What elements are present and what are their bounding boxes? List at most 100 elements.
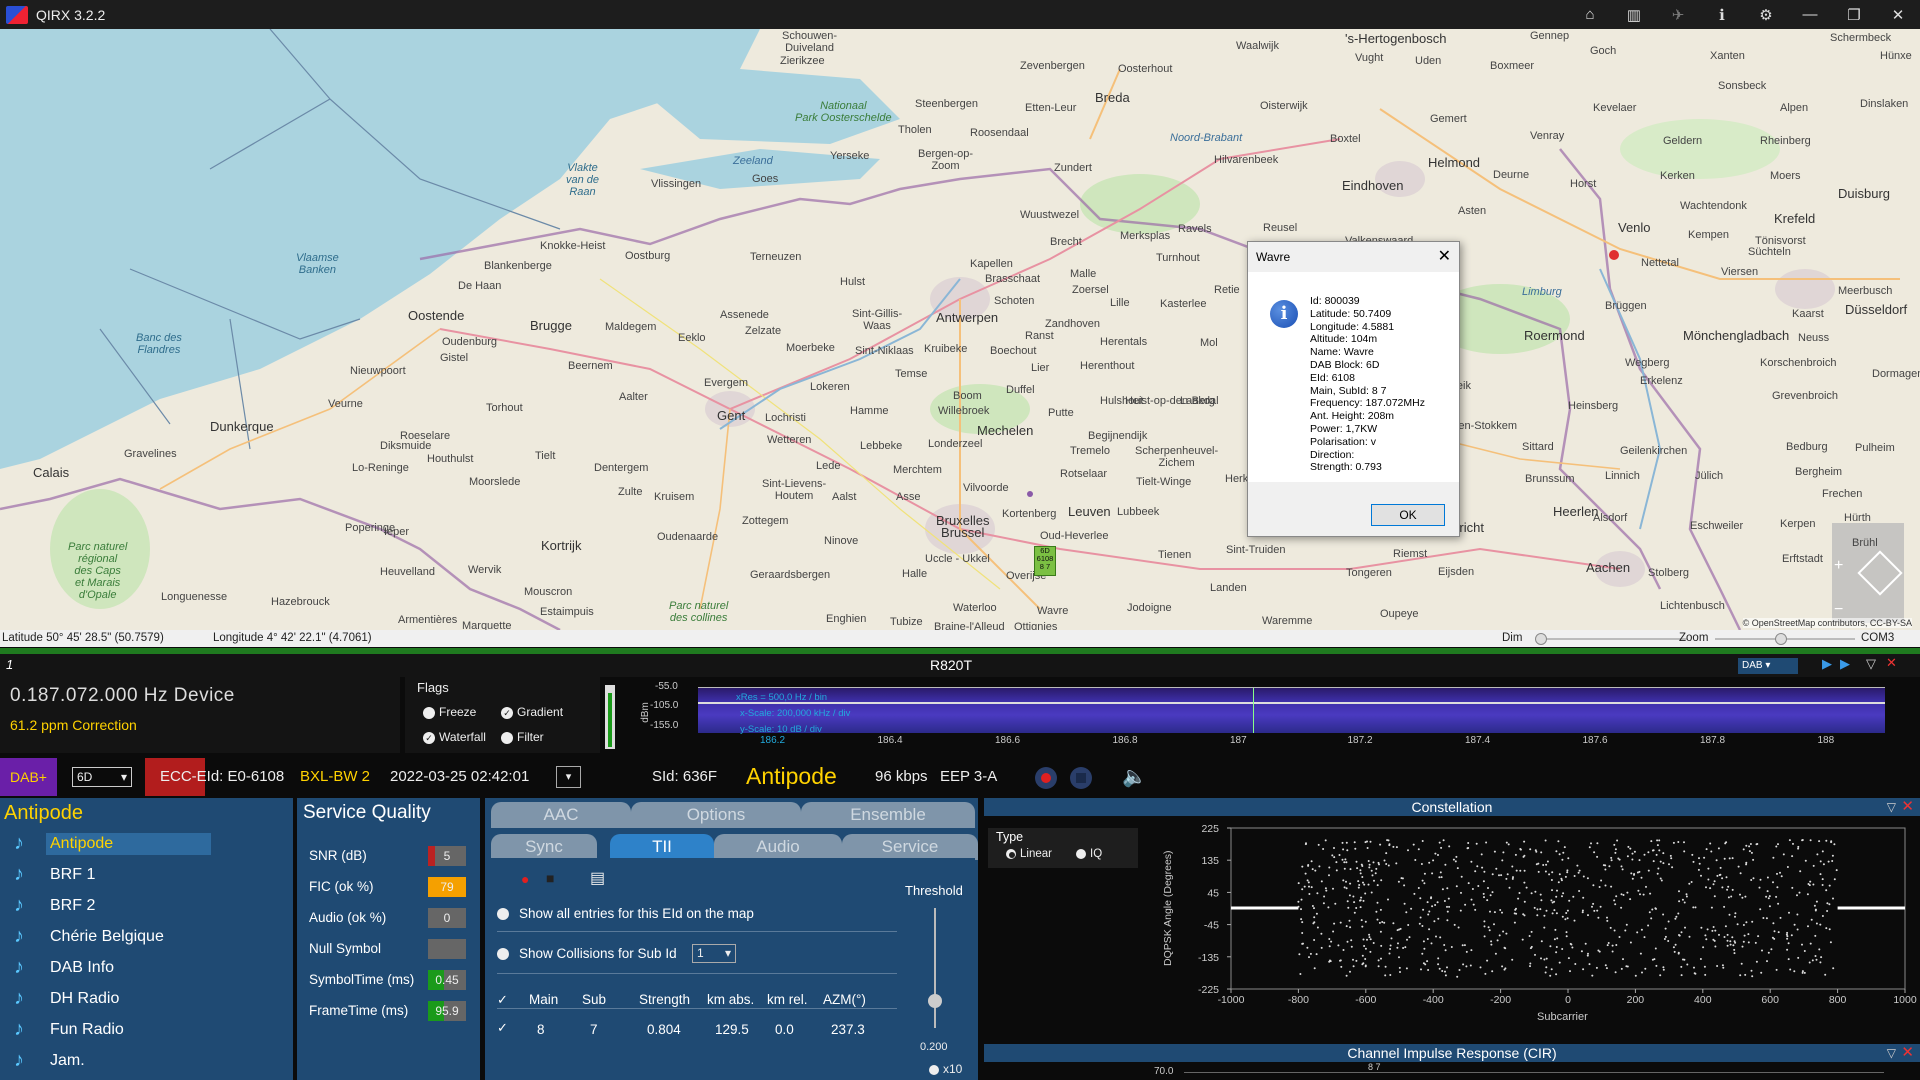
maximize-icon[interactable]: ❐: [1832, 0, 1876, 29]
constellation-point: [1571, 946, 1574, 949]
dialog-close-icon[interactable]: ✕: [1438, 246, 1451, 266]
constellation-point: [1680, 974, 1683, 977]
tab-sync[interactable]: Sync: [491, 834, 597, 860]
channel-select[interactable]: 6D ▾: [72, 767, 132, 787]
collapse-icon[interactable]: ▽: [1887, 1044, 1896, 1062]
close-icon[interactable]: ✕: [1876, 0, 1920, 29]
select-all-checkbox[interactable]: ✓: [497, 992, 508, 1008]
zoom-in-button[interactable]: +: [1834, 557, 1843, 575]
tii-header[interactable]: AZM(°): [823, 992, 866, 1007]
map-label-bedburg: Bedburg: [1786, 441, 1828, 453]
tab-options[interactable]: Options: [631, 802, 801, 828]
service-item[interactable]: ♪ Antipode: [0, 828, 293, 859]
map-label-kempen: Kempen: [1688, 229, 1729, 241]
stop-button[interactable]: [1070, 767, 1092, 789]
map-label-boechout: Boechout: [990, 345, 1037, 357]
map-label-roermond: Roermond: [1524, 328, 1585, 343]
tii-header[interactable]: km rel.: [767, 992, 808, 1007]
ok-button[interactable]: OK: [1371, 504, 1445, 526]
tab-audio[interactable]: Audio: [714, 834, 842, 860]
row-checkbox[interactable]: ✓: [497, 1020, 508, 1036]
show-all-option[interactable]: Show all entries for this EId on the map: [497, 906, 754, 921]
record-button[interactable]: [1035, 767, 1057, 789]
close-panel-icon[interactable]: ✕: [1886, 655, 1897, 671]
zoom-slider[interactable]: [1715, 633, 1855, 645]
constellation-point: [1333, 856, 1336, 859]
constellation-point: [1659, 860, 1662, 863]
constellation-point: [1803, 971, 1806, 974]
map-view[interactable]: Schouwen- Duiveland Zierikzee 's-Hertogenb…: [0, 29, 1920, 630]
service-item[interactable]: ♪ DH Radio: [0, 983, 293, 1014]
constellation-point: [1618, 936, 1621, 938]
map-label-gemert: Gemert: [1430, 113, 1467, 125]
sub-id-select[interactable]: 1 ▾: [692, 944, 736, 963]
constellation-point: [1812, 883, 1815, 886]
dab-status-bar: DAB+ 6D ▾ ECC-EId: E0-6108 BXL-BW 2 2022-…: [0, 758, 1920, 796]
tab-service[interactable]: Service: [842, 834, 978, 860]
info-icon[interactable]: ℹ: [1700, 0, 1744, 29]
minimize-icon[interactable]: —: [1788, 0, 1832, 29]
constellation-point: [1362, 938, 1365, 941]
gradient-option[interactable]: ✓ Gradient: [501, 705, 563, 719]
transmitter-marker[interactable]: 6D 6108 8 7: [1034, 546, 1056, 576]
satellite-icon[interactable]: ✈: [1656, 0, 1700, 29]
filter-option[interactable]: Filter: [501, 730, 544, 744]
dim-slider[interactable]: [1535, 633, 1687, 645]
show-collisions-option[interactable]: Show Collisions for Sub Id: [497, 946, 677, 961]
map-label-duisburg: Duisburg: [1838, 186, 1891, 201]
constellation-point: [1479, 966, 1482, 969]
constellation-point: [1357, 880, 1360, 883]
tii-header[interactable]: km abs.: [707, 992, 754, 1007]
constellation-point: [1638, 870, 1641, 873]
record-tii-icon[interactable]: ●: [521, 871, 529, 887]
constellation-point: [1592, 902, 1595, 905]
y-tick: 135: [1201, 855, 1219, 867]
constellation-point: [1369, 950, 1372, 953]
datetime-dropdown[interactable]: ▾: [556, 766, 581, 788]
home-icon[interactable]: ⌂: [1568, 0, 1612, 29]
tab-ensemble[interactable]: Ensemble: [801, 802, 975, 828]
constellation-point: [1807, 925, 1809, 928]
service-item[interactable]: ♪ BRF 1: [0, 859, 293, 890]
service-item[interactable]: ♪ Chérie Belgique: [0, 921, 293, 952]
constellation-point: [1446, 919, 1449, 922]
speaker-icon[interactable]: 🔈: [1122, 764, 1147, 789]
map-attribution[interactable]: © OpenStreetMap contributors, CC-BY-SA: [1742, 618, 1912, 628]
map-label-uden: Uden: [1415, 55, 1442, 67]
map-label-torhout: Torhout: [486, 402, 523, 414]
close-panel-icon[interactable]: ✕: [1901, 1044, 1914, 1062]
constellation-point: [1405, 967, 1408, 970]
tii-header[interactable]: Sub: [582, 992, 606, 1007]
tab-tii[interactable]: TII: [610, 834, 714, 860]
settings-icon[interactable]: ⚙: [1744, 0, 1788, 29]
play-all-icon[interactable]: ▶: [1840, 656, 1850, 672]
service-item[interactable]: ♪ Fun Radio: [0, 1014, 293, 1045]
mode-select[interactable]: DAB ▾: [1738, 658, 1798, 674]
play-icon[interactable]: ▶: [1822, 656, 1832, 672]
constellation-point: [1378, 921, 1381, 924]
map-label-schermbeck: Schermbeck: [1830, 32, 1892, 44]
tii-header[interactable]: Strength: [639, 992, 690, 1007]
document-icon[interactable]: ▤: [590, 868, 605, 888]
service-item[interactable]: ♪ DAB Info: [0, 952, 293, 983]
threshold-slider[interactable]: [928, 908, 942, 1028]
x10-option[interactable]: x10: [929, 1062, 962, 1076]
freeze-option[interactable]: Freeze: [423, 705, 476, 719]
constellation-point: [1551, 901, 1554, 904]
zoom-out-button[interactable]: −: [1834, 601, 1843, 619]
spectrum-plot[interactable]: xRes = 500,0 Hz / bin x-Scale: 200,000 k…: [698, 687, 1885, 735]
map-icon[interactable]: ▥: [1612, 0, 1656, 29]
stop-tii-icon[interactable]: ■: [546, 870, 554, 886]
tab-aac[interactable]: AAC: [491, 802, 631, 828]
waterfall-option[interactable]: ✓ Waterfall: [423, 730, 486, 744]
constellation-point: [1750, 879, 1753, 881]
service-item[interactable]: ♪ BRF 2: [0, 890, 293, 921]
constellation-plot[interactable]: 225 135 45 -45 -135 -225-1000 -800 -600 -400 -200…: [984, 798, 1920, 1044]
collapse-icon[interactable]: ▽: [1866, 656, 1876, 672]
dialog-line: Main, SubId: 8 7: [1310, 384, 1387, 397]
service-item[interactable]: ♪ Jam.: [0, 1045, 293, 1076]
constellation-point: [1710, 906, 1713, 909]
spectrum-panel[interactable]: dBm -55.0 -105.0 -155.0 xRes = 500,0 Hz …: [625, 677, 1900, 753]
tii-header[interactable]: Main: [529, 992, 558, 1007]
constellation-point: [1444, 949, 1447, 952]
